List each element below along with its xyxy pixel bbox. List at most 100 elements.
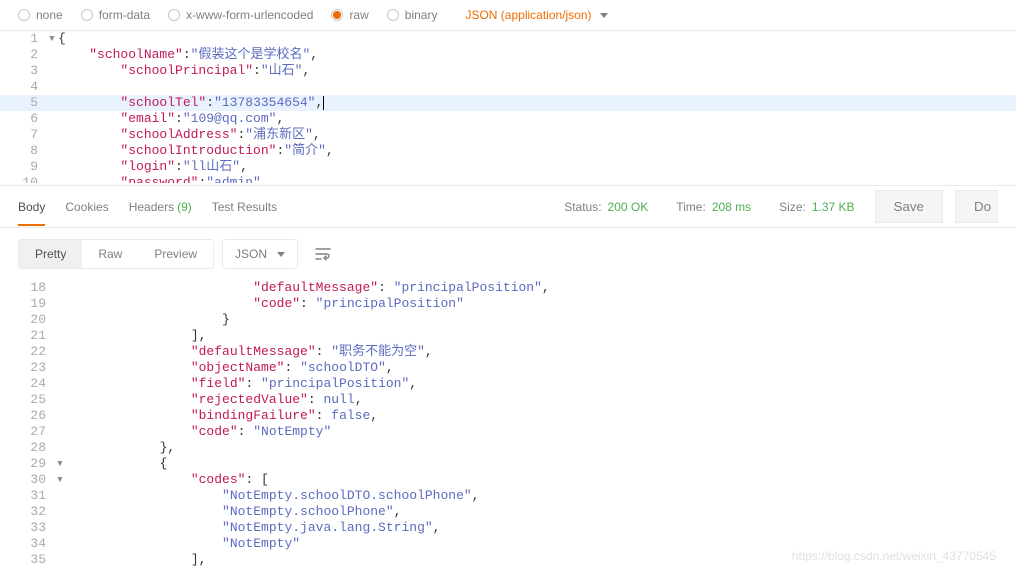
line-number: 30 xyxy=(18,472,56,488)
line-number: 10 xyxy=(0,175,48,183)
line-number: 33 xyxy=(18,520,56,536)
fold-icon xyxy=(56,488,66,504)
watermark: https://blog.csdn.net/weixin_43770545 xyxy=(792,549,996,563)
line-number: 25 xyxy=(18,392,56,408)
line-number: 1 xyxy=(0,31,48,47)
request-body-editor[interactable]: 1▾{2 "schoolName":"假装这个是学校名",3 "schoolPr… xyxy=(0,31,1016,186)
line-number: 9 xyxy=(0,159,48,175)
fold-icon xyxy=(56,408,66,424)
fold-icon[interactable]: ▾ xyxy=(56,456,66,472)
body-type-bar: none form-data x-www-form-urlencoded raw… xyxy=(0,0,1016,31)
response-line[interactable]: 25 "rejectedValue": null, xyxy=(18,392,1016,408)
code-line[interactable]: 8 "schoolIntroduction":"简介", xyxy=(0,143,1016,159)
response-content: "rejectedValue": null, xyxy=(66,392,1016,408)
code-content: "password":"admin" xyxy=(58,175,1016,183)
view-raw[interactable]: Raw xyxy=(82,240,138,268)
code-line[interactable]: 1▾{ xyxy=(0,31,1016,47)
code-line[interactable]: 5 "schoolTel":"13783354654", xyxy=(0,95,1016,111)
response-line[interactable]: 19 "code": "principalPosition" xyxy=(18,296,1016,312)
response-line[interactable]: 27 "code": "NotEmpty" xyxy=(18,424,1016,440)
line-number: 23 xyxy=(18,360,56,376)
radio-raw[interactable]: raw xyxy=(331,8,368,22)
fold-icon xyxy=(56,392,66,408)
line-number: 4 xyxy=(0,79,48,95)
fold-icon xyxy=(56,328,66,344)
code-content xyxy=(58,79,1016,95)
response-line[interactable]: 31 "NotEmpty.schoolDTO.schoolPhone", xyxy=(18,488,1016,504)
fold-icon xyxy=(56,552,66,568)
code-line[interactable]: 7 "schoolAddress":"浦东新区", xyxy=(0,127,1016,143)
download-button[interactable]: Do xyxy=(955,190,998,223)
code-line[interactable]: 10 "password":"admin" xyxy=(0,175,1016,183)
fold-icon[interactable]: ▾ xyxy=(48,31,58,47)
code-content: "login":"ll山石", xyxy=(58,159,1016,175)
line-number: 5 xyxy=(0,95,48,111)
response-line[interactable]: 24 "field": "principalPosition", xyxy=(18,376,1016,392)
fold-icon xyxy=(56,360,66,376)
response-line[interactable]: 28 }, xyxy=(18,440,1016,456)
line-number: 7 xyxy=(0,127,48,143)
fold-icon xyxy=(56,376,66,392)
response-content: "code": "principalPosition" xyxy=(66,296,1016,312)
code-line[interactable]: 6 "email":"109@qq.com", xyxy=(0,111,1016,127)
response-line[interactable]: 30▾ "codes": [ xyxy=(18,472,1016,488)
status-meta: Status: 200 OK Time: 208 ms Size: 1.37 K… xyxy=(564,190,998,223)
response-line[interactable]: 33 "NotEmpty.java.lang.String", xyxy=(18,520,1016,536)
response-content: "code": "NotEmpty" xyxy=(66,424,1016,440)
tab-test-results[interactable]: Test Results xyxy=(212,188,277,226)
response-content: "codes": [ xyxy=(66,472,1016,488)
code-content: "schoolTel":"13783354654", xyxy=(58,95,1016,111)
line-number: 26 xyxy=(18,408,56,424)
response-line[interactable]: 20 } xyxy=(18,312,1016,328)
code-line[interactable]: 2 "schoolName":"假装这个是学校名", xyxy=(0,47,1016,63)
response-line[interactable]: 21 ], xyxy=(18,328,1016,344)
radio-form-data[interactable]: form-data xyxy=(81,8,150,22)
text-cursor xyxy=(323,96,324,110)
response-body-viewer[interactable]: 18 "defaultMessage": "principalPosition"… xyxy=(0,280,1016,568)
code-line[interactable]: 3 "schoolPrincipal":"山石", xyxy=(0,63,1016,79)
save-button[interactable]: Save xyxy=(875,190,943,223)
response-content: "bindingFailure": false, xyxy=(66,408,1016,424)
response-line[interactable]: 26 "bindingFailure": false, xyxy=(18,408,1016,424)
response-content: "objectName": "schoolDTO", xyxy=(66,360,1016,376)
code-content: { xyxy=(58,31,1016,47)
response-line[interactable]: 23 "objectName": "schoolDTO", xyxy=(18,360,1016,376)
code-line[interactable]: 9 "login":"ll山石", xyxy=(0,159,1016,175)
size-value: 1.37 KB xyxy=(812,200,855,214)
response-content: { xyxy=(66,456,1016,472)
line-number: 32 xyxy=(18,504,56,520)
view-preview[interactable]: Preview xyxy=(138,240,213,268)
fold-icon[interactable]: ▾ xyxy=(56,472,66,488)
fold-icon xyxy=(56,504,66,520)
response-line[interactable]: 32 "NotEmpty.schoolPhone", xyxy=(18,504,1016,520)
response-tabs: Body Cookies Headers(9) Test Results xyxy=(18,188,277,226)
tab-headers[interactable]: Headers(9) xyxy=(129,188,192,226)
content-type-label: JSON (application/json) xyxy=(465,8,591,22)
radio-binary[interactable]: binary xyxy=(387,8,438,22)
line-number: 28 xyxy=(18,440,56,456)
line-number: 34 xyxy=(18,536,56,552)
fold-icon xyxy=(56,312,66,328)
tab-body[interactable]: Body xyxy=(18,188,45,226)
response-line[interactable]: 22 "defaultMessage": "职务不能为空", xyxy=(18,344,1016,360)
fold-icon xyxy=(48,95,58,111)
line-number: 6 xyxy=(0,111,48,127)
format-select[interactable]: JSON xyxy=(222,239,298,269)
content-type-select[interactable]: JSON (application/json) xyxy=(465,8,607,22)
fold-icon xyxy=(56,440,66,456)
line-number: 22 xyxy=(18,344,56,360)
radio-icon xyxy=(168,9,180,21)
response-line[interactable]: 29▾ { xyxy=(18,456,1016,472)
tab-cookies[interactable]: Cookies xyxy=(65,188,108,226)
radio-none[interactable]: none xyxy=(18,8,63,22)
view-pretty[interactable]: Pretty xyxy=(19,240,82,268)
response-content: "defaultMessage": "principalPosition", xyxy=(66,280,1016,296)
wrap-toggle-button[interactable] xyxy=(306,238,340,270)
radio-urlencoded[interactable]: x-www-form-urlencoded xyxy=(168,8,313,22)
fold-icon xyxy=(48,175,58,183)
fold-icon xyxy=(48,143,58,159)
size-label: Size: xyxy=(779,200,806,214)
fold-icon xyxy=(56,280,66,296)
response-line[interactable]: 18 "defaultMessage": "principalPosition"… xyxy=(18,280,1016,296)
code-line[interactable]: 4 xyxy=(0,79,1016,95)
